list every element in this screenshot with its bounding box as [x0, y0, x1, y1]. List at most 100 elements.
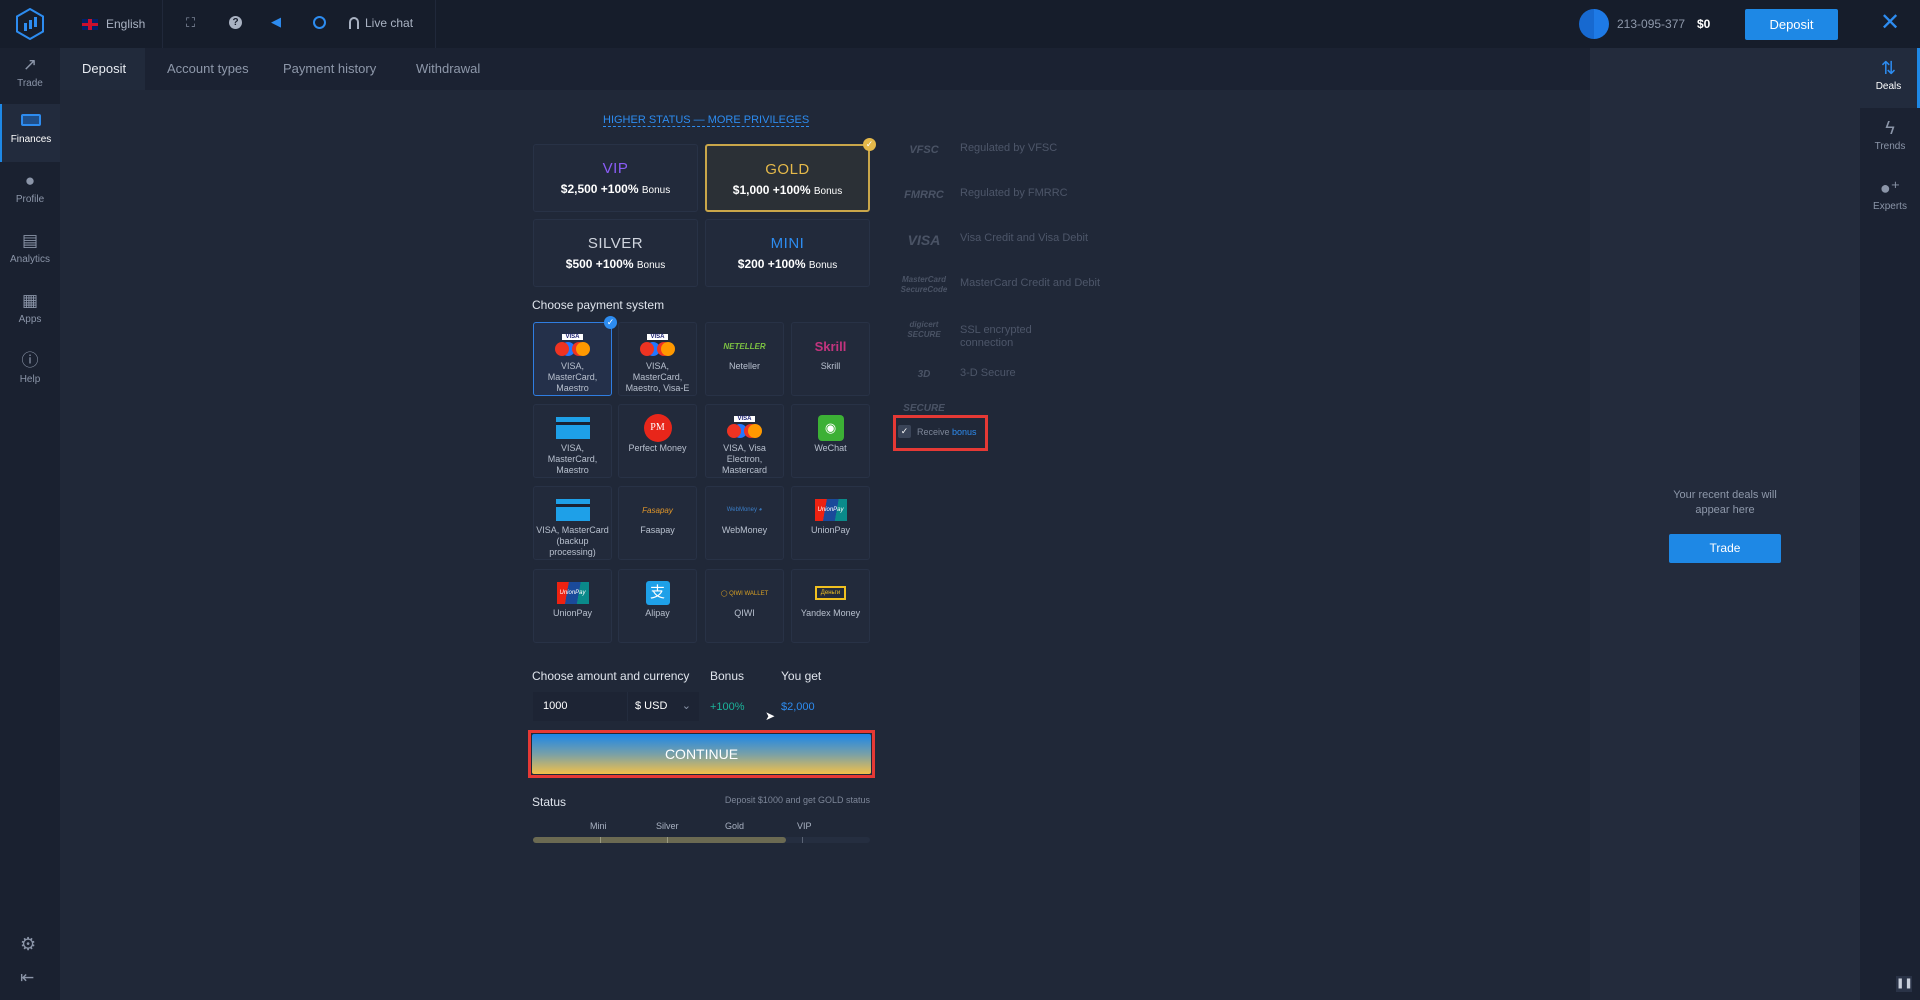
payment-label: Yandex Money	[800, 608, 861, 618]
payment-option[interactable]: Fasapay Fasapay	[618, 486, 697, 560]
continue-button[interactable]: CONTINUE	[532, 734, 871, 774]
payment-option[interactable]: VISA, MasterCard (backup processing)	[533, 486, 612, 560]
tab-deposit[interactable]: Deposit	[60, 48, 145, 90]
visa-logo: VISA	[907, 232, 941, 248]
payment-logo-icon: VISA	[619, 331, 696, 361]
status-card-mini[interactable]: MINI $200 +100% Bonus	[705, 219, 870, 287]
payment-logo-icon	[534, 495, 611, 525]
payment-option[interactable]: VISA VISA, MasterCard, Maestro, Visa-E	[618, 322, 697, 396]
bonus-value: +100%	[710, 701, 745, 713]
youget-value: $2,000	[781, 701, 815, 713]
payment-label: VISA, MasterCard, Maestro, Visa-E	[625, 361, 690, 393]
payment-label: WebMoney	[721, 525, 768, 535]
privileges-link[interactable]: HIGHER STATUS — MORE PRIVILEGES	[603, 114, 810, 127]
tab-payment-history[interactable]: Payment history	[261, 48, 398, 90]
balance[interactable]: $0	[1697, 17, 1710, 31]
sound-icon[interactable]: ◀	[271, 14, 281, 30]
trust-text: Regulated by FMRRC	[960, 187, 1068, 199]
add-user-icon: ●⁺	[1879, 178, 1901, 198]
payment-heading: Choose payment system	[532, 298, 665, 312]
status-level-vip: VIP	[797, 821, 812, 831]
sidebar-label: Help	[19, 374, 41, 385]
bonus-heading: Bonus	[710, 669, 745, 683]
status-bonus: Bonus	[641, 185, 671, 196]
payment-option[interactable]: NETELLER Neteller	[705, 322, 784, 396]
payment-label: UnionPay	[810, 525, 851, 535]
headset-icon	[349, 17, 359, 29]
payment-option[interactable]: UnionPay UnionPay	[791, 486, 870, 560]
logo-icon[interactable]	[15, 7, 45, 41]
status-bonus: Bonus	[636, 260, 666, 271]
language-selector[interactable]: English	[82, 16, 145, 32]
payment-option[interactable]: Деньги Yandex Money	[791, 569, 870, 643]
status-amount: $500 +100%	[565, 257, 634, 271]
tab-bar: Deposit Account types Payment history Wi…	[60, 48, 1590, 90]
status-card-silver[interactable]: SILVER $500 +100% Bonus	[533, 219, 698, 287]
payment-option[interactable]: PM Perfect Money	[618, 404, 697, 478]
payment-option[interactable]: Skrill Skrill	[791, 322, 870, 396]
uk-flag-icon	[82, 18, 98, 30]
payment-option[interactable]: 支 Alipay	[618, 569, 697, 643]
trust-3d: 3D SECURE 3-D Secure	[898, 358, 1198, 414]
status-amount: $200 +100%	[737, 257, 806, 271]
currency-select[interactable]: $ USD ⌄	[627, 692, 699, 721]
sidebar-item-help[interactable]: ⓘ Help	[0, 344, 60, 400]
pause-icon[interactable]: ❚❚	[1896, 976, 1913, 992]
status-name: MINI	[770, 235, 805, 252]
payment-option[interactable]: VISA VISA, Visa Electron, Mastercard	[705, 404, 784, 478]
payment-label: Skrill	[820, 361, 841, 371]
payment-label: Perfect Money	[628, 443, 687, 453]
sidebar-item-analytics[interactable]: ▤ Analytics	[0, 224, 60, 280]
logout-icon[interactable]: ⇤	[20, 968, 34, 988]
bonus-link[interactable]: bonus	[952, 427, 977, 437]
status-name: GOLD	[765, 161, 810, 178]
payment-option[interactable]: WebMoney ◕ WebMoney	[705, 486, 784, 560]
rail-item-trends[interactable]: ϟ Trends	[1860, 108, 1920, 166]
receive-bonus-checkbox[interactable]: ✓	[898, 425, 911, 438]
status-level-gold: Gold	[725, 821, 745, 831]
avatar[interactable]	[1579, 9, 1609, 39]
amount-heading: Choose amount and currency	[532, 669, 690, 683]
payment-option[interactable]: ◉ WeChat	[791, 404, 870, 478]
status-card-vip[interactable]: VIP $2,500 +100% Bonus	[533, 144, 698, 212]
payment-option[interactable]: VISA, MasterCard, Maestro	[533, 404, 612, 478]
help-icon[interactable]: ?	[229, 16, 242, 29]
chevron-down-icon: ⌄	[681, 700, 691, 712]
receive-bonus-label[interactable]: Receive bonus	[917, 427, 977, 437]
sidebar-item-profile[interactable]: ● Profile	[0, 164, 60, 220]
trust-text: Visa Credit and Visa Debit	[960, 232, 1088, 244]
deposit-button[interactable]: Deposit	[1745, 9, 1838, 40]
trust-visa: VISA Visa Credit and Visa Debit	[898, 223, 1198, 257]
sidebar-item-trade[interactable]: ↗ Trade	[0, 48, 60, 104]
payment-option[interactable]: UnionPay UnionPay	[533, 569, 612, 643]
language-label: English	[106, 17, 146, 31]
tab-account-types[interactable]: Account types	[145, 48, 271, 90]
payment-logo-icon: UnionPay	[534, 578, 611, 608]
currency-value: $ USD	[635, 700, 668, 712]
youget-heading: You get	[781, 669, 822, 683]
trade-button[interactable]: Trade	[1669, 534, 1781, 563]
deals-panel: Your recent deals will appear here Trade	[1590, 48, 1860, 1000]
tab-withdrawal[interactable]: Withdrawal	[394, 48, 502, 90]
payment-label: Neteller	[728, 361, 760, 371]
payment-logo-icon: ◯ QIWI WALLET	[720, 590, 769, 597]
rail-item-deals[interactable]: ⇅ Deals	[1860, 48, 1920, 108]
payment-option[interactable]: ◯ QIWI WALLET QIWI	[705, 569, 784, 643]
settings-target-icon[interactable]	[313, 16, 326, 29]
status-label: Status	[532, 795, 567, 809]
amount-input[interactable]: 1000	[533, 692, 627, 721]
settings-icon[interactable]: ⚙	[20, 934, 36, 955]
mastercard-logo: MasterCard SecureCode	[900, 275, 948, 294]
rail-item-experts[interactable]: ●⁺ Experts	[1860, 168, 1920, 226]
payment-option[interactable]: VISA VISA, MasterCard, Maestro	[533, 322, 612, 396]
status-hint: Deposit $1000 and get GOLD status	[724, 795, 870, 805]
fullscreen-icon[interactable]: ⛶	[186, 15, 195, 31]
sidebar-item-finances[interactable]: Finances	[0, 104, 60, 162]
sidebar: ↗ Trade Finances ● Profile ▤ Analytics ▦ App…	[0, 48, 60, 1000]
trust-vfsc: VFSC Regulated by VFSC	[898, 133, 1198, 167]
status-card-gold[interactable]: GOLD $1,000 +100% Bonus	[705, 144, 870, 212]
sidebar-item-apps[interactable]: ▦ Apps	[0, 284, 60, 340]
live-chat-button[interactable]: Live chat	[349, 16, 413, 30]
payment-selected-check-icon: ✓	[604, 316, 617, 329]
close-icon[interactable]: ✕	[1880, 9, 1900, 37]
